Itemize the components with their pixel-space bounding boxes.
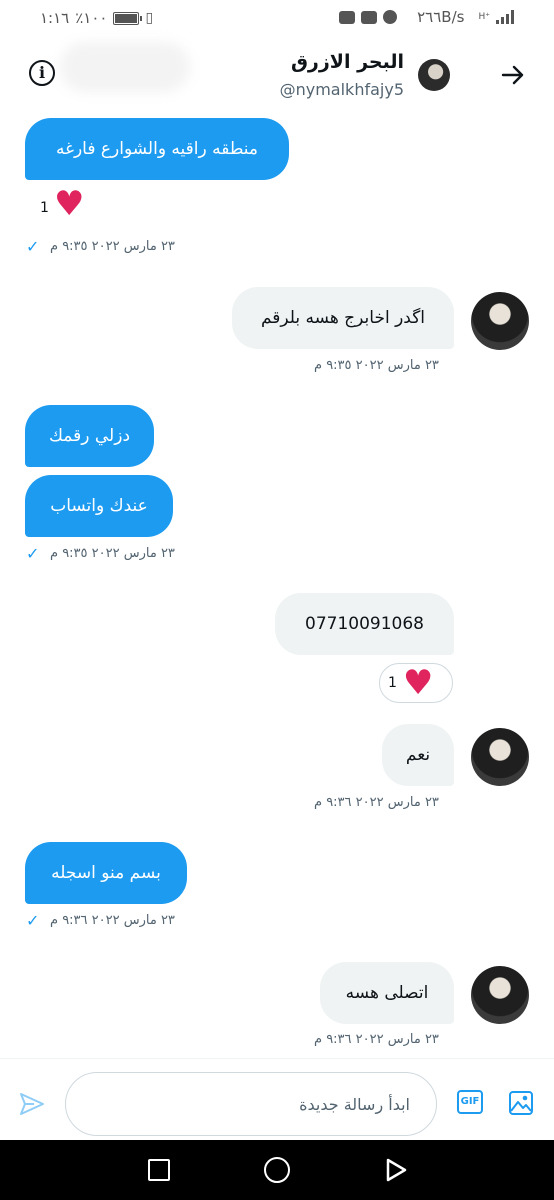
status-bar: ١:١٦ ٪١٠٠ ▯ ٢٦٦B/s H⁺ bbox=[0, 0, 554, 38]
facebook-icon bbox=[383, 10, 398, 24]
check-icon: ✓ bbox=[26, 544, 40, 563]
message-timestamp: ٢٣ مارس ٢٠٢٢ ٩:٣٥ م bbox=[314, 358, 439, 373]
lte-icon: H⁺ bbox=[478, 12, 490, 22]
message-timestamp: ٢٣ مارس ٢٠٢٢ ٩:٣٥ م bbox=[50, 546, 175, 561]
reaction-count: 1 bbox=[40, 200, 49, 216]
message-input[interactable]: ابدأ رسالة جديدة bbox=[65, 1072, 437, 1136]
nav-back-icon[interactable] bbox=[384, 1157, 408, 1183]
signal-icon bbox=[496, 10, 514, 24]
arrow-right-icon[interactable] bbox=[500, 62, 530, 88]
reaction-pill[interactable]: 1 ♥ bbox=[379, 663, 453, 703]
message-text: عندك واتساب bbox=[50, 496, 148, 516]
message-bubble-sent[interactable]: عندك واتساب bbox=[25, 475, 173, 537]
image-icon[interactable] bbox=[508, 1090, 534, 1116]
battery-icon bbox=[113, 11, 143, 25]
message-timestamp: ٢٣ مارس ٢٠٢٢ ٩:٣٥ م bbox=[50, 239, 175, 254]
time-label: ١:١٦ bbox=[40, 9, 70, 27]
message-text: 07710091068 bbox=[305, 614, 424, 634]
message-bubble-received[interactable]: 07710091068 bbox=[275, 593, 454, 655]
home-icon[interactable] bbox=[264, 1157, 290, 1183]
message-bubble-sent[interactable]: دزلي رقمك bbox=[25, 405, 154, 467]
reaction-count: 1 bbox=[388, 675, 397, 691]
message-timestamp: ٢٣ مارس ٢٠٢٢ ٩:٣٦ م bbox=[50, 913, 175, 928]
info-icon[interactable]: i bbox=[29, 60, 55, 86]
message-bubble-sent[interactable]: منطقه راقيه والشوارع فارغه bbox=[25, 118, 289, 180]
check-icon: ✓ bbox=[26, 237, 40, 256]
heart-icon: ♥ bbox=[402, 663, 434, 703]
conversation-handle[interactable]: @nymalkhfajy5 bbox=[280, 80, 404, 99]
header-avatar[interactable] bbox=[418, 59, 450, 91]
message-input-placeholder: ابدأ رسالة جديدة bbox=[299, 1094, 410, 1114]
recents-icon[interactable] bbox=[148, 1159, 170, 1181]
message-text: نعم bbox=[405, 745, 431, 765]
message-text: بسم منو اسجله bbox=[51, 863, 161, 883]
composer-divider bbox=[0, 1058, 554, 1059]
battery-percent: ٪١٠٠ bbox=[75, 9, 108, 27]
message-bubble-received[interactable]: نعم bbox=[382, 724, 454, 786]
message-timestamp: ٢٣ مارس ٢٠٢٢ ٩:٣٦ م bbox=[314, 795, 439, 810]
message-text: دزلي رقمك bbox=[48, 426, 131, 446]
message-text: منطقه راقيه والشوارع فارغه bbox=[55, 139, 259, 159]
youtube-icon bbox=[339, 10, 356, 24]
blurred-region bbox=[60, 42, 190, 92]
message-timestamp: ٢٣ مارس ٢٠٢٢ ٩:٣٦ م bbox=[314, 1032, 439, 1047]
sender-avatar[interactable] bbox=[471, 728, 529, 786]
send-icon[interactable] bbox=[18, 1090, 46, 1118]
heart-icon[interactable]: ♥ bbox=[54, 187, 84, 221]
message-bubble-sent[interactable]: بسم منو اسجله bbox=[25, 842, 187, 904]
check-icon: ✓ bbox=[26, 911, 40, 930]
message-text: اتصلی هسه bbox=[345, 983, 429, 1003]
message-text: اگدر اخابرج هسه بلرقم bbox=[260, 308, 426, 328]
mail-icon bbox=[361, 10, 378, 24]
sender-avatar[interactable] bbox=[471, 292, 529, 350]
conversation-name[interactable]: البحر الازرق bbox=[291, 51, 404, 73]
message-bubble-received[interactable]: اتصلی هسه bbox=[320, 962, 454, 1024]
sender-avatar[interactable] bbox=[471, 966, 529, 1024]
net-speed: ٢٦٦B/s bbox=[417, 8, 465, 26]
gif-icon[interactable]: GIF bbox=[457, 1090, 483, 1114]
message-bubble-received[interactable]: اگدر اخابرج هسه بلرقم bbox=[232, 287, 454, 349]
vibrate-icon: ▯ bbox=[145, 10, 154, 26]
